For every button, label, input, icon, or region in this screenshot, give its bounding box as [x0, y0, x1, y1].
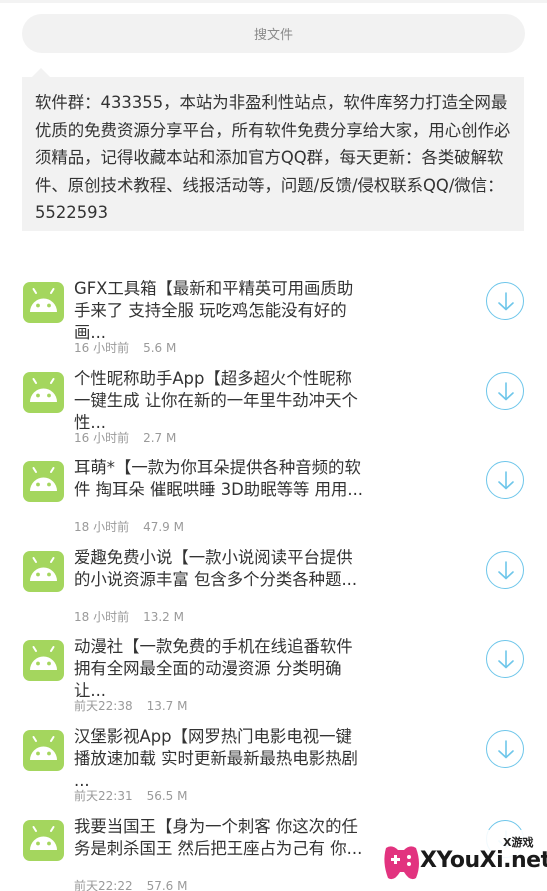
list-item[interactable]: 耳萌*【一款为你耳朵提供各种音频的软件 掏耳朵 催眠哄睡 3D助眠等等 用用..… — [0, 452, 547, 542]
notice-pointer — [32, 68, 50, 77]
download-button[interactable] — [486, 640, 524, 679]
download-button[interactable] — [486, 729, 524, 768]
file-size: 5.6 M — [143, 341, 177, 355]
download-button[interactable] — [486, 371, 524, 410]
file-meta: 前天22:31 56.5 M — [74, 787, 187, 804]
file-meta: 16 小时前 2.7 M — [74, 429, 176, 446]
file-title: 爱趣免费小说【一款小说阅读平台提供的小说资源丰富 包含多个分类各种题... — [74, 547, 358, 589]
file-meta: 前天22:38 13.7 M — [74, 697, 187, 714]
android-icon — [23, 819, 64, 861]
android-icon — [23, 282, 64, 323]
file-title: GFX工具箱【最新和平精英可用画质助手来了 支持全服 玩吃鸡怎能没有好的画... — [74, 279, 354, 342]
notice-text: 软件群：433355，本站为非盈利性站点，软件库努力打造全网最优质的免费资源分享… — [22, 77, 524, 231]
file-size: 2.7 M — [143, 430, 177, 445]
watermark-site-name: XYouXi.net — [420, 848, 547, 873]
file-meta: 18 小时前 13.2 M — [74, 608, 184, 625]
download-icon — [498, 381, 514, 400]
top-divider — [0, 0, 547, 3]
file-time: 前天22:22 — [74, 878, 133, 891]
file-size: 13.7 M — [146, 699, 188, 714]
file-meta: 16 小时前 5.6 M — [74, 339, 176, 356]
list-item[interactable]: 汉堡影视App【网罗热门电影电视一键播放速加载 实时更新最新最热电影热剧 ...… — [0, 721, 547, 811]
file-title: 动漫社【一款免费的手机在线追番软件 拥有全网最全面的动漫资源 分类明确让... — [74, 637, 353, 701]
download-icon — [498, 292, 514, 311]
download-icon — [498, 471, 514, 490]
android-icon — [23, 550, 64, 592]
site-watermark: X游戏 XYouXi.net — [376, 830, 547, 891]
download-button[interactable] — [486, 461, 524, 500]
download-icon — [498, 740, 514, 759]
file-time: 16 小时前 — [74, 341, 130, 355]
file-list: GFX工具箱【最新和平精英可用画质助手来了 支持全服 玩吃鸡怎能没有好的画...… — [0, 273, 547, 891]
file-time: 16 小时前 — [74, 430, 130, 445]
file-time: 前天22:31 — [74, 788, 133, 803]
download-button[interactable] — [486, 282, 524, 320]
file-size: 13.2 M — [143, 609, 184, 624]
android-icon — [23, 461, 64, 503]
file-title: 汉堡影视App【网罗热门电影电视一键播放速加载 实时更新最新最热电影热剧 ... — [74, 726, 358, 790]
file-time: 前天22:38 — [74, 699, 133, 714]
list-item[interactable]: GFX工具箱【最新和平精英可用画质助手来了 支持全服 玩吃鸡怎能没有好的画...… — [0, 273, 547, 363]
download-button[interactable] — [486, 550, 524, 589]
file-title: 耳萌*【一款为你耳朵提供各种音频的软件 掏耳朵 催眠哄睡 3D助眠等等 用用..… — [74, 458, 363, 500]
android-icon — [23, 371, 64, 413]
file-time: 18 小时前 — [74, 609, 130, 624]
file-title: 我要当国王【身为一个刺客 你这次的任务是刺杀国王 然后把王座占为己有 你... — [74, 816, 363, 858]
file-title: 个性昵称助手App【超多超火个性昵称一键生成 让你在新的一年里牛劲冲天个性... — [74, 368, 358, 432]
gamepad-logo-icon — [384, 846, 419, 880]
download-icon — [498, 560, 514, 580]
search-placeholder: 搜文件 — [253, 28, 293, 43]
list-item[interactable]: 动漫社【一款免费的手机在线追番软件 拥有全网最全面的动漫资源 分类明确让... … — [0, 631, 547, 721]
file-size: 57.6 M — [146, 878, 188, 891]
android-icon — [23, 729, 64, 771]
android-icon — [23, 640, 64, 682]
list-item[interactable]: 个性昵称助手App【超多超火个性昵称一键生成 让你在新的一年里牛劲冲天个性...… — [0, 363, 547, 453]
file-size: 56.5 M — [146, 788, 188, 803]
file-time: 18 小时前 — [74, 520, 130, 535]
download-icon — [498, 650, 514, 669]
file-meta: 18 小时前 47.9 M — [74, 518, 184, 535]
search-input[interactable]: 搜文件 — [22, 14, 525, 53]
list-item[interactable]: 爱趣免费小说【一款小说阅读平台提供的小说资源丰富 包含多个分类各种题... 18… — [0, 542, 547, 632]
file-meta: 前天22:22 57.6 M — [74, 877, 187, 891]
file-size: 47.9 M — [143, 520, 184, 535]
